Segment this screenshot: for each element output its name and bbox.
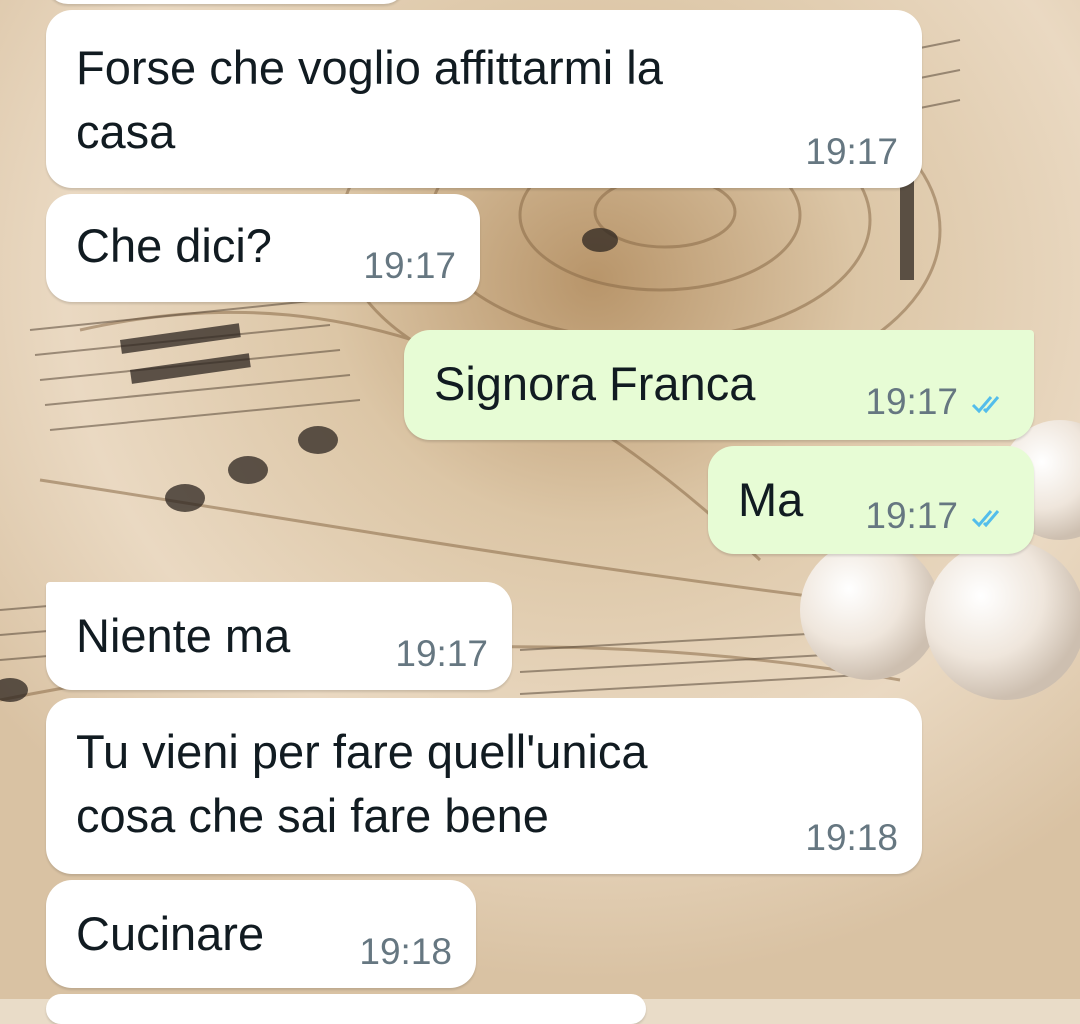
- double-check-icon: [970, 496, 1010, 540]
- incoming-message[interactable]: Cucinare 19:18: [46, 880, 476, 988]
- message-time: 19:17: [363, 245, 456, 286]
- double-check-icon: [970, 382, 1010, 426]
- message-text: cosa che sai fare bene: [76, 789, 549, 842]
- message-meta: 19:17: [865, 494, 1010, 540]
- incoming-message[interactable]: Tu vieni per fare quell'unica cosa che s…: [46, 698, 922, 874]
- outgoing-message[interactable]: Ma 19:17: [708, 446, 1034, 554]
- message-time: 19:17: [865, 495, 958, 536]
- message-meta: 19:17: [865, 380, 1010, 426]
- incoming-message-partial[interactable]: [46, 0, 406, 4]
- message-time: 19:17: [805, 131, 898, 172]
- incoming-message[interactable]: Che dici? 19:17: [46, 194, 480, 302]
- message-time: 19:17: [865, 381, 958, 422]
- message-time: 19:17: [395, 633, 488, 674]
- message-time: 19:18: [805, 817, 898, 858]
- message-time: 19:18: [359, 931, 452, 972]
- incoming-message[interactable]: Niente ma 19:17: [46, 582, 512, 690]
- message-text: Tu vieni per fare quell'unica: [76, 725, 648, 778]
- message-text: casa: [76, 105, 176, 158]
- incoming-message[interactable]: Forse che voglio affittarmi la casa 19:1…: [46, 10, 922, 188]
- chat-messages[interactable]: Forse che voglio affittarmi la casa 19:1…: [0, 0, 1080, 1024]
- outgoing-message[interactable]: Signora Franca 19:17: [404, 330, 1034, 440]
- message-text: Forse che voglio affittarmi la: [76, 41, 663, 94]
